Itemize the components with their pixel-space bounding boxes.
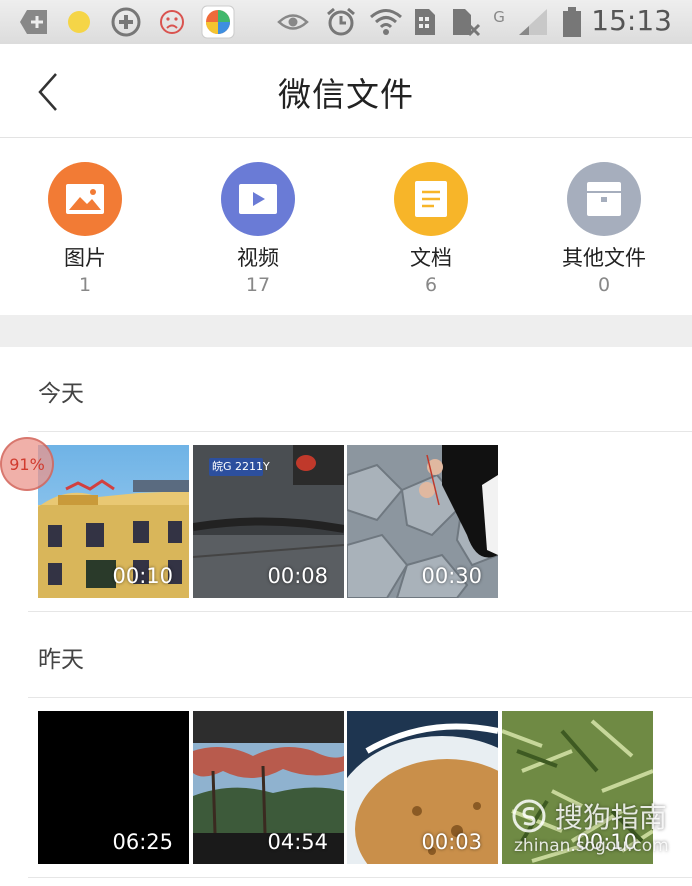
category-images[interactable]: 图片 1: [15, 162, 155, 296]
category-other-files[interactable]: 其他文件 0: [534, 162, 674, 296]
divider: [28, 877, 692, 878]
divider: [28, 611, 692, 612]
sad-face-icon: [158, 7, 186, 37]
signal-icon: [516, 7, 550, 37]
eye-icon: [276, 7, 310, 37]
license-plate-text: 皖G 2211Y: [212, 460, 270, 473]
battery-icon: [560, 7, 584, 37]
page-title: 微信文件: [278, 75, 414, 114]
category-count: 0: [597, 274, 611, 296]
document-icon: [394, 162, 468, 236]
add-box-icon: [18, 7, 50, 37]
yellow-dot-icon: [66, 7, 92, 37]
app-store-icon: [200, 5, 236, 39]
other-file-icon: [567, 162, 641, 236]
category-label: 其他文件: [562, 246, 646, 270]
category-documents[interactable]: 文档 6: [361, 162, 501, 296]
progress-badge: 91%: [0, 437, 54, 491]
video-thumb[interactable]: 04:54: [193, 711, 344, 864]
category-row: 图片 1 视频 17 文档 6 其他文件 0: [0, 138, 692, 315]
alarm-icon: [324, 7, 358, 37]
video-duration: 06:25: [112, 830, 173, 854]
category-label: 图片: [64, 246, 106, 270]
category-label: 视频: [237, 246, 279, 270]
category-count: 6: [424, 274, 438, 296]
video-duration: 04:54: [267, 830, 328, 854]
video-duration: 00:03: [421, 830, 482, 854]
video-thumb[interactable]: 皖G 2211Y 00:08: [193, 445, 344, 598]
video-icon: [221, 162, 295, 236]
sim-card-icon: [412, 7, 438, 37]
sogou-logo-icon: [512, 799, 546, 833]
status-time: 15:13: [591, 4, 672, 37]
image-icon: [48, 162, 122, 236]
section-separator: [0, 315, 692, 347]
video-thumb[interactable]: 00:03: [347, 711, 498, 864]
video-thumb[interactable]: 00:10: [38, 445, 189, 598]
title-bar: 微信文件: [0, 44, 692, 138]
status-bar: G 15:13: [0, 0, 692, 44]
video-duration: 00:08: [267, 564, 328, 588]
video-thumb[interactable]: 06:25: [38, 711, 189, 864]
video-duration: 00:10: [112, 564, 173, 588]
network-type: G: [493, 8, 505, 26]
video-duration: 00:30: [421, 564, 482, 588]
category-count: 17: [245, 274, 271, 296]
watermark-brand-text: 搜狗指南: [554, 801, 667, 834]
category-count: 1: [78, 274, 92, 296]
watermark-url: zhinan.sogou.com: [514, 836, 669, 856]
divider: [28, 697, 692, 698]
no-sim-icon: [450, 7, 482, 37]
video-thumb[interactable]: 00:30: [347, 445, 498, 598]
section-title-today: 今天: [38, 381, 84, 407]
watermark-brand: 搜狗指南: [512, 796, 667, 836]
category-videos[interactable]: 视频 17: [188, 162, 328, 296]
divider: [28, 431, 692, 432]
section-title-yesterday: 昨天: [38, 647, 84, 673]
wifi-icon: [368, 7, 404, 37]
plus-circle-icon: [110, 7, 142, 37]
category-label: 文档: [410, 246, 452, 270]
